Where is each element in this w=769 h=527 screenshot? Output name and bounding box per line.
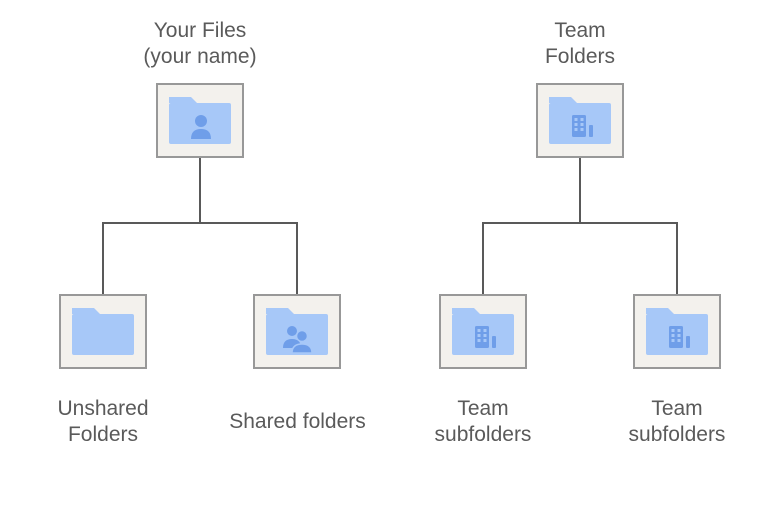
- right-child2-label: Team subfolders: [622, 396, 732, 448]
- connector: [579, 158, 581, 222]
- left-child2-label: Shared folders: [226, 409, 369, 435]
- folder-icon-box: [439, 294, 527, 369]
- right-child1-label: Team subfolders: [428, 396, 538, 448]
- person-folder-icon: [165, 93, 235, 148]
- connector: [102, 222, 104, 294]
- connector: [676, 222, 678, 294]
- right-root-label: Team Folders: [490, 18, 670, 70]
- connector: [199, 158, 201, 222]
- diagram-stage: Your Files (your name): [0, 0, 769, 527]
- folder-icon-box: [59, 294, 147, 369]
- connector: [296, 222, 298, 294]
- team-folder-icon: [642, 304, 712, 359]
- folder-icon-box: [536, 83, 624, 158]
- left-root-label: Your Files (your name): [110, 18, 290, 70]
- folder-icon-box: [156, 83, 244, 158]
- connector: [482, 222, 484, 294]
- folder-icon-box: [633, 294, 721, 369]
- connector: [102, 222, 298, 224]
- team-folder-icon: [448, 304, 518, 359]
- connector: [482, 222, 678, 224]
- left-child1-label: Unshared Folders: [47, 396, 159, 448]
- folder-icon-box: [253, 294, 341, 369]
- team-folder-icon: [545, 93, 615, 148]
- group-folder-icon: [262, 304, 332, 359]
- blank-folder-icon: [68, 304, 138, 359]
